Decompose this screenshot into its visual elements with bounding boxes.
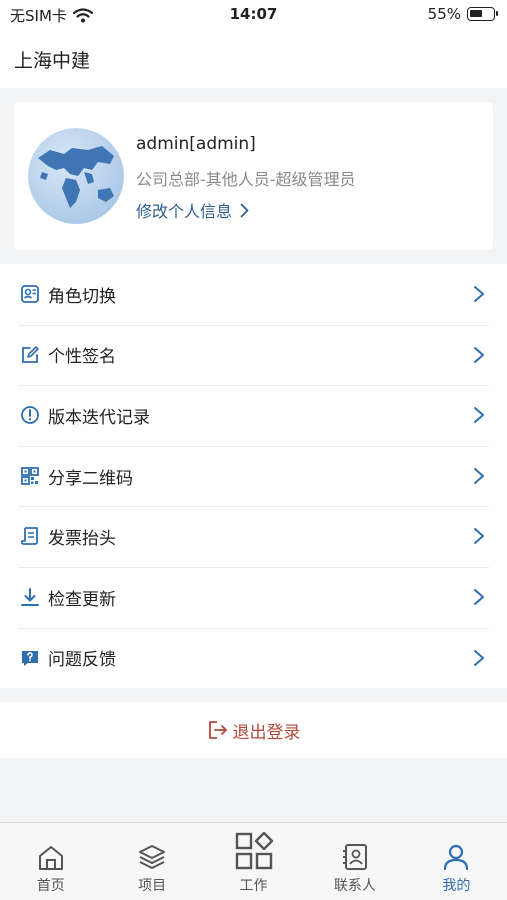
tab-label: 我的 (442, 878, 471, 894)
profile-department: 公司总部-其他人员-超级管理员 (136, 170, 356, 189)
battery-icon (467, 7, 498, 21)
tab-projects[interactable]: 项目 (101, 823, 202, 900)
menu-item-label: 分享二维码 (48, 468, 133, 489)
settings-menu: 角色切换 个性签名 版本迭代记录 分享二维码 发票抬头 检查更新 问题反馈 (0, 264, 507, 689)
menu-item-role-switch[interactable]: 角色切换 (0, 264, 507, 325)
battery-fill (470, 10, 482, 17)
tab-label: 联系人 (333, 878, 376, 894)
tab-mine[interactable]: 我的 (406, 823, 507, 900)
chevron-right-icon (474, 346, 484, 363)
globe-icon (28, 128, 124, 224)
qr-code-icon (21, 466, 39, 485)
logout-button[interactable]: 退出登录 (0, 702, 507, 758)
edit-profile-label: 修改个人信息 (136, 202, 233, 221)
logout-icon (208, 721, 227, 739)
signature-icon (22, 345, 39, 363)
tab-contacts[interactable]: 联系人 (304, 823, 405, 900)
feedback-icon (22, 650, 38, 666)
page-title: 上海中建 (14, 50, 91, 72)
chevron-right-icon (474, 286, 484, 302)
person-icon (444, 844, 469, 871)
menu-item-label: 问题反馈 (48, 650, 116, 671)
menu-item-signature[interactable]: 个性签名 (0, 324, 507, 386)
tab-label: 工作 (239, 878, 268, 894)
menu-item-version-history[interactable]: 版本迭代记录 (0, 385, 507, 446)
tab-label: 项目 (138, 878, 167, 894)
menu-item-label: 个性签名 (48, 347, 116, 368)
menu-item-label: 版本迭代记录 (48, 407, 150, 428)
chevron-right-icon (240, 203, 249, 217)
avatar[interactable] (28, 128, 124, 224)
invoice-icon (21, 527, 38, 546)
info-icon (21, 406, 39, 425)
app-header: 上海中建 (0, 32, 507, 88)
status-right: 55% (427, 5, 498, 23)
menu-item-feedback[interactable]: 问题反馈 (0, 627, 507, 689)
menu-item-label: 发票抬头 (48, 529, 116, 550)
chevron-right-icon (474, 588, 484, 605)
edit-profile-link[interactable]: 修改个人信息 (136, 198, 249, 222)
menu-item-label: 角色切换 (48, 286, 116, 307)
tab-work[interactable]: 工作 (203, 823, 304, 900)
contacts-icon (342, 844, 367, 870)
download-icon (21, 587, 39, 606)
menu-item-invoice-title[interactable]: 发票抬头 (0, 506, 507, 567)
profile-card: admin[admin] 公司总部-其他人员-超级管理员 修改个人信息 (14, 102, 493, 250)
role-switch-icon (21, 285, 39, 303)
tab-home[interactable]: 首页 (0, 823, 101, 900)
chevron-right-icon (474, 407, 484, 424)
tab-label: 首页 (36, 878, 65, 894)
battery-percent: 55% (427, 5, 461, 23)
layers-icon (139, 845, 166, 869)
grid-icon (235, 831, 273, 870)
menu-item-check-update[interactable]: 检查更新 (0, 566, 507, 628)
chevron-right-icon (474, 528, 484, 545)
chevron-right-icon (474, 649, 484, 666)
logout-label: 退出登录 (232, 722, 301, 743)
home-icon (38, 846, 63, 870)
menu-item-share-qr[interactable]: 分享二维码 (0, 445, 507, 507)
menu-item-label: 检查更新 (48, 589, 116, 610)
status-bar: 无SIM卡 14:07 55% (0, 0, 507, 32)
chevron-right-icon (474, 467, 484, 484)
bottom-tab-bar: 首页 项目 工作 联系人 我的 (0, 822, 507, 900)
profile-name: admin[admin] (136, 134, 256, 154)
